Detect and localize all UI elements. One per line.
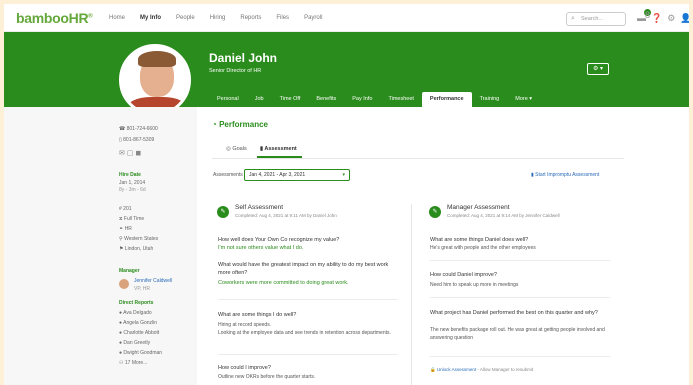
- employee-number: # 201: [119, 206, 132, 212]
- manager-label: Manager: [119, 268, 140, 274]
- manager-title: VP, HR: [134, 286, 151, 292]
- lock-icon: 🔒: [430, 367, 436, 372]
- settings-icon[interactable]: ⚙: [667, 12, 675, 24]
- manager-assessment-icon: ✎: [429, 206, 441, 218]
- assessment-period-select[interactable]: Jan 4, 2021 - Apr 3, 2021 ▾: [244, 169, 350, 181]
- manager-divider-3: [430, 356, 610, 357]
- mobile-phone: ▯ 801-867-5309: [119, 137, 155, 143]
- manager-answer-2: Need him to speak up more in meetings: [430, 282, 519, 288]
- nav-my-info[interactable]: My Info: [140, 15, 161, 21]
- nav-home[interactable]: Home: [109, 15, 125, 21]
- tab-job[interactable]: Job: [247, 92, 272, 107]
- tab-timesheet[interactable]: Timesheet: [380, 92, 421, 107]
- nav-people[interactable]: People: [176, 15, 195, 21]
- manager-assessment-completed: Completed: Aug 4, 2021 at 9:14 AM by Jen…: [447, 213, 560, 218]
- report-item[interactable]: ● Dwight Goodman: [119, 350, 162, 356]
- assessment-period-value: Jan 4, 2021 - Apr 3, 2021: [249, 172, 306, 178]
- tab-training[interactable]: Training: [472, 92, 508, 107]
- unlock-description: - Allow Manager to resubmit: [477, 367, 534, 372]
- manager-question-2: How could Daniel improve?: [430, 272, 497, 278]
- manager-answer-1: He's great with people and the other emp…: [430, 245, 536, 251]
- app-frame: bambooHR® Home My Info People Hiring Rep…: [4, 4, 689, 385]
- direct-reports-label: Direct Reports: [119, 300, 154, 306]
- avatar: [119, 44, 191, 116]
- self-assessment-icon: ✎: [217, 206, 229, 218]
- unlock-assessment: 🔒 Unlock Assessment - Allow Manager to r…: [430, 367, 533, 373]
- self-assessment-title: Self Assessment: [235, 204, 284, 211]
- manager-assessment-title: Manager Assessment: [447, 204, 510, 211]
- tab-personal[interactable]: Personal: [209, 92, 247, 107]
- nav-hiring[interactable]: Hiring: [210, 15, 226, 21]
- tab-pay-info[interactable]: Pay Info: [344, 92, 380, 107]
- column-divider: [411, 204, 412, 385]
- tab-performance[interactable]: Performance: [421, 92, 472, 107]
- self-divider: [218, 299, 398, 300]
- unlock-assessment-link[interactable]: Unlock Assessment: [437, 367, 476, 372]
- employment-status: ⧖ Full Time: [119, 216, 145, 222]
- manager-avatar: [119, 279, 129, 289]
- search-placeholder: Search...: [581, 16, 604, 22]
- profile-sidebar: [4, 107, 197, 385]
- top-icons: ▬ 8 ❓ ⚙ 👤: [637, 9, 689, 24]
- assessments-label: Assessments: [213, 172, 243, 178]
- user-icon[interactable]: 👤: [680, 12, 689, 24]
- report-item[interactable]: ● Ava Delgado: [119, 310, 152, 316]
- self-question-3: What are some things I do well?: [218, 312, 297, 318]
- self-assessment-completed: Completed: Aug 4, 2021 at 9:11 AM by Dan…: [235, 213, 337, 218]
- start-impromptu-assessment-link[interactable]: ▮ Start Impromptu Assessment: [531, 172, 599, 178]
- notification-badge: 8: [644, 9, 651, 20]
- profile-tabs: Personal Job Time Off Benefits Pay Info …: [209, 92, 540, 107]
- self-answer-4: Outline new OKRs before the quarter star…: [218, 374, 316, 380]
- main-nav: Home My Info People Hiring Reports Files…: [109, 4, 337, 32]
- location: ⚑ Lindon, Utah: [119, 246, 154, 252]
- subtab-assessment[interactable]: ▮ Assessment: [260, 146, 297, 152]
- tab-time-off[interactable]: Time Off: [272, 92, 309, 107]
- settings-dropdown-button[interactable]: ⚙ ▾: [587, 63, 609, 75]
- self-question-2: What would have the greatest impact on m…: [218, 262, 389, 276]
- manager-question-1: What are some things Daniel does well?: [430, 237, 529, 243]
- nav-reports[interactable]: Reports: [240, 15, 261, 21]
- self-answer-2: Coworkers were more committed to doing g…: [218, 280, 349, 286]
- self-answer-3: Hiring at record speeds. Looking at the …: [218, 322, 391, 336]
- chevron-down-icon: ▾: [342, 172, 345, 178]
- help-icon[interactable]: ❓: [651, 12, 662, 24]
- report-item[interactable]: ● Dan Greetly: [119, 340, 150, 346]
- self-question-1: How well does Your Own Co recognize my v…: [218, 237, 340, 243]
- report-item[interactable]: ● Charlotte Abbott: [119, 330, 159, 336]
- manager-question-3: What project has Daniel performed the be…: [430, 310, 598, 316]
- tenure: 8y - 3m - 6d: [119, 187, 146, 193]
- contact-icons[interactable]: ✉ ▢ ◼: [119, 149, 141, 157]
- page-title: ◔ Performance: [212, 120, 268, 129]
- self-answer-1: I'm not sure others value what I do.: [218, 245, 304, 251]
- work-phone: ☎ 801-724-6600: [119, 126, 158, 132]
- hire-date-label: Hire Date: [119, 172, 141, 178]
- more-reports-link[interactable]: ⚇ 17 More...: [119, 360, 147, 366]
- manager-name[interactable]: Jennifer Caldwell: [134, 278, 172, 284]
- department: ⚭ HR: [119, 226, 132, 232]
- tab-more[interactable]: More ▾: [507, 92, 540, 107]
- nav-files[interactable]: Files: [276, 15, 289, 21]
- division: ⚲ Western States: [119, 236, 159, 242]
- tab-benefits[interactable]: Benefits: [308, 92, 344, 107]
- self-divider-2: [218, 354, 398, 355]
- top-nav: bambooHR® Home My Info People Hiring Rep…: [4, 4, 689, 32]
- manager-divider-2: [430, 297, 610, 298]
- search-input[interactable]: ⌕ Search...: [566, 12, 626, 26]
- hire-date: Jan 1, 2014: [119, 180, 146, 186]
- search-icon: ⌕: [571, 15, 575, 22]
- subtab-goals[interactable]: ◎ Goals: [226, 146, 247, 152]
- nav-payroll[interactable]: Payroll: [304, 15, 322, 21]
- self-question-4: How could I improve?: [218, 365, 271, 371]
- bamboohr-logo[interactable]: bambooHR®: [16, 10, 93, 26]
- manager-answer-3: The new benefits package roll out. He wa…: [430, 327, 605, 341]
- report-item[interactable]: ● Angela Gonzlin: [119, 320, 157, 326]
- employee-name: Daniel John: [209, 51, 278, 65]
- subtab-divider: [212, 158, 624, 159]
- manager-divider: [430, 260, 610, 261]
- employee-title: Senior Director of HR: [209, 68, 262, 74]
- notifications-icon[interactable]: ▬ 8: [637, 9, 651, 24]
